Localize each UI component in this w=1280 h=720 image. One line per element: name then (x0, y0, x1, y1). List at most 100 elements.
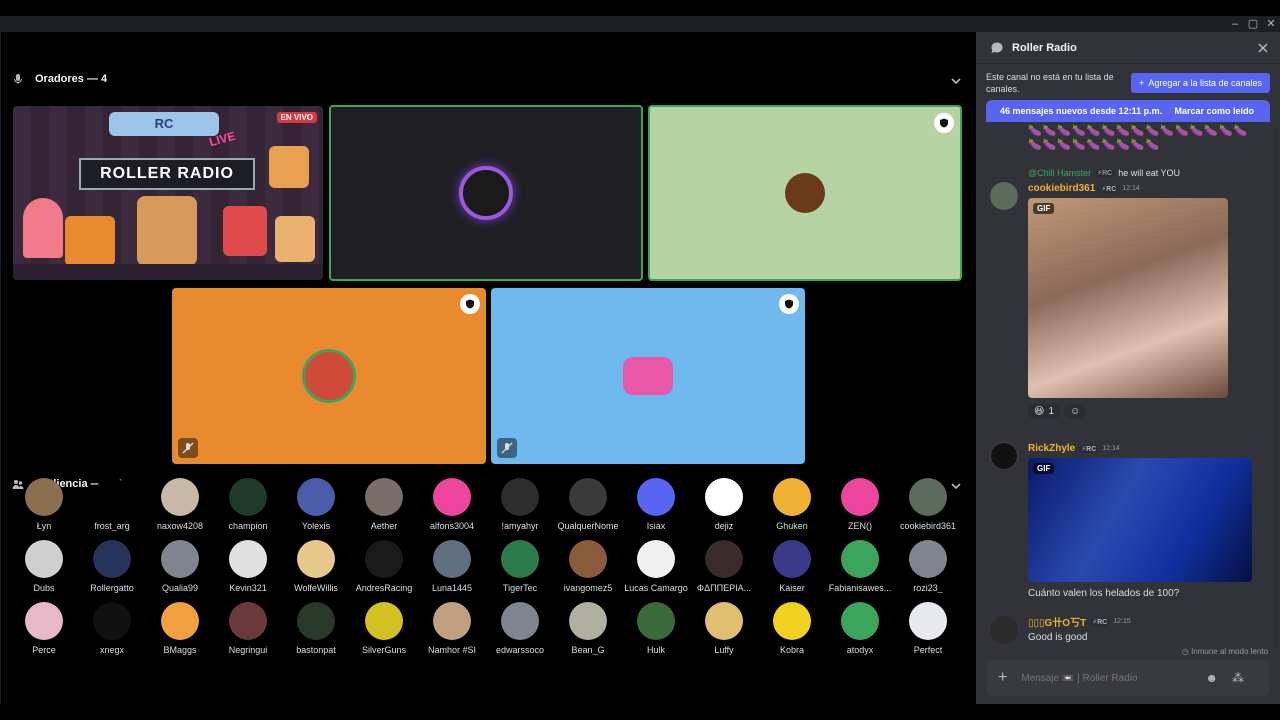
speaker-tile-5[interactable] (491, 288, 805, 464)
apps-icon[interactable]: ⁂ (1232, 671, 1244, 685)
add-channel-button[interactable]: + Agregar a la lista de canales (1131, 73, 1270, 93)
audience-member[interactable]: dejiz (690, 478, 758, 531)
live-badge: EN VIVO (276, 112, 317, 123)
speakers-header[interactable]: Oradores — 4 (11, 67, 107, 91)
audience-member[interactable]: QualquerNome (554, 478, 622, 531)
minimize-button[interactable]: – (1226, 16, 1244, 32)
audience-member[interactable]: xnegx (78, 602, 146, 655)
audience-member[interactable]: naxow4208 (146, 478, 214, 531)
member-name: Namhor #SI (427, 645, 477, 655)
audience-member[interactable]: Dubs (10, 540, 78, 593)
member-name: champion (228, 521, 268, 531)
add-reaction-button[interactable]: ☺ (1064, 404, 1087, 419)
reaction-laugh[interactable]: 😆 1 (1028, 404, 1060, 419)
audience-member[interactable]: Perce (10, 602, 78, 655)
message-input[interactable] (1021, 672, 1192, 684)
audience-member[interactable]: alfons3004 (418, 478, 486, 531)
reply-preview[interactable]: @Chill Hamster ⚡RC he will eat YOU (1028, 168, 1180, 178)
avatar (93, 602, 131, 640)
audience-member[interactable]: Ghuken (758, 478, 826, 531)
avatar (909, 602, 947, 640)
audience-member[interactable]: Hulk (622, 602, 690, 655)
audience-member[interactable]: Łyn (10, 478, 78, 531)
audience-member[interactable]: Fabianisawes... (826, 540, 894, 593)
microphone-icon (11, 72, 25, 86)
reply-tag: ⚡RC (1095, 169, 1115, 177)
close-window-button[interactable]: ✕ (1262, 16, 1280, 32)
avatar[interactable] (990, 442, 1018, 470)
audience-member[interactable]: Aether (350, 478, 418, 531)
avatar[interactable] (990, 182, 1018, 210)
audience-member[interactable]: Namhor #SI (418, 602, 486, 655)
speaker-tile-2[interactable] (329, 105, 643, 281)
avatar (297, 602, 335, 640)
plus-icon[interactable]: + (998, 669, 1007, 687)
member-name: Luna1445 (431, 583, 473, 593)
audience-member[interactable]: Lucas Camargo (622, 540, 690, 593)
member-name: naxow4208 (156, 521, 204, 531)
audience-member[interactable]: cookiebird361 (894, 478, 962, 531)
member-name: Rollergatto (90, 583, 134, 593)
audience-member[interactable]: !amyahyr (486, 478, 554, 531)
audience-member[interactable]: Kobra (758, 602, 826, 655)
speaker-tile-roller-radio[interactable]: RC LIVE ROLLER RADIO EN VIVO (13, 106, 323, 280)
audience-member[interactable]: ivangomez5 (554, 540, 622, 593)
message-author[interactable]: ▯▯▯G卄O丂T ⚡RC 12:15 (1028, 614, 1131, 629)
audience-member[interactable]: Luffy (690, 602, 758, 655)
audience-member[interactable]: TigerTec (486, 540, 554, 593)
audience-member[interactable]: Kevin321 (214, 540, 282, 593)
audience-member[interactable]: Yolexis (282, 478, 350, 531)
gif-attachment[interactable]: GIF (1028, 198, 1228, 398)
avatar (637, 602, 675, 640)
member-name: BMaggs (163, 645, 197, 655)
audience-member[interactable]: Kaiser (758, 540, 826, 593)
message-author[interactable]: RickZhyle ⚡RC 12:14 (1028, 443, 1120, 454)
avatar (433, 478, 471, 516)
audience-member[interactable]: Luna1445 (418, 540, 486, 593)
chat-scrollbar[interactable] (1274, 128, 1278, 648)
chat-panel: Roller Radio Este canal no está en tu li… (976, 32, 1280, 704)
message-author[interactable]: cookiebird361 ⚡RC 12:14 (1028, 183, 1140, 194)
maximize-button[interactable]: ▢ (1244, 16, 1262, 32)
emoji-icon[interactable]: ☻ (1205, 671, 1218, 685)
audience-member[interactable]: ΦΔΠΠΕΡΙΑ... (690, 540, 758, 593)
audience-member[interactable]: Bean_G (554, 602, 622, 655)
audience-member[interactable]: bastonpat (282, 602, 350, 655)
audience-member[interactable]: WolfeWillis (282, 540, 350, 593)
audience-member[interactable]: BMaggs (146, 602, 214, 655)
audience-member[interactable]: frost_arg (78, 478, 146, 531)
speaker-tile-4[interactable] (172, 288, 486, 464)
timestamp: 12:15 (1113, 618, 1131, 625)
new-messages-text: 46 mensajes nuevos desde 12:11 p.m. (1000, 106, 1163, 116)
avatar (229, 478, 267, 516)
close-icon[interactable] (1258, 43, 1268, 53)
audience-member[interactable]: SilverGuns (350, 602, 418, 655)
member-name: ΦΔΠΠΕΡΙΑ... (696, 583, 752, 593)
gif-attachment[interactable]: GIF (1028, 458, 1252, 582)
new-messages-bar[interactable]: 46 mensajes nuevos desde 12:11 p.m. Marc… (986, 100, 1270, 122)
member-name: QualquerNome (557, 521, 619, 531)
audience-member[interactable]: edwarssoco (486, 602, 554, 655)
audience-member[interactable]: Perfect (894, 602, 962, 655)
message-text: Good is good (1028, 632, 1088, 643)
audience-member[interactable]: AndresRacing (350, 540, 418, 593)
gif-label: GIF (1033, 203, 1055, 214)
member-name: cookiebird361 (899, 521, 957, 531)
audience-member[interactable]: atodyx (826, 602, 894, 655)
audience-member[interactable]: Rollergatto (78, 540, 146, 593)
gif-label: GIF (1033, 463, 1055, 474)
avatar (637, 478, 675, 516)
audience-member[interactable]: Negringui (214, 602, 282, 655)
audience-member[interactable]: ZEN() (826, 478, 894, 531)
audience-member[interactable]: Isiax (622, 478, 690, 531)
audience-member[interactable]: Qualia99 (146, 540, 214, 593)
speaker-tile-3[interactable] (648, 105, 962, 281)
audience-member[interactable]: rozi23_ (894, 540, 962, 593)
audience-member[interactable]: champion (214, 478, 282, 531)
message-text: Cuánto valen los helados de 100? (1028, 588, 1180, 599)
member-name: frost_arg (94, 521, 130, 531)
laugh-emoji-icon: 😆 (1034, 406, 1045, 417)
chevron-down-icon[interactable] (949, 74, 963, 88)
mark-read-button[interactable]: Marcar como leído (1174, 106, 1254, 116)
avatar[interactable] (990, 616, 1018, 644)
